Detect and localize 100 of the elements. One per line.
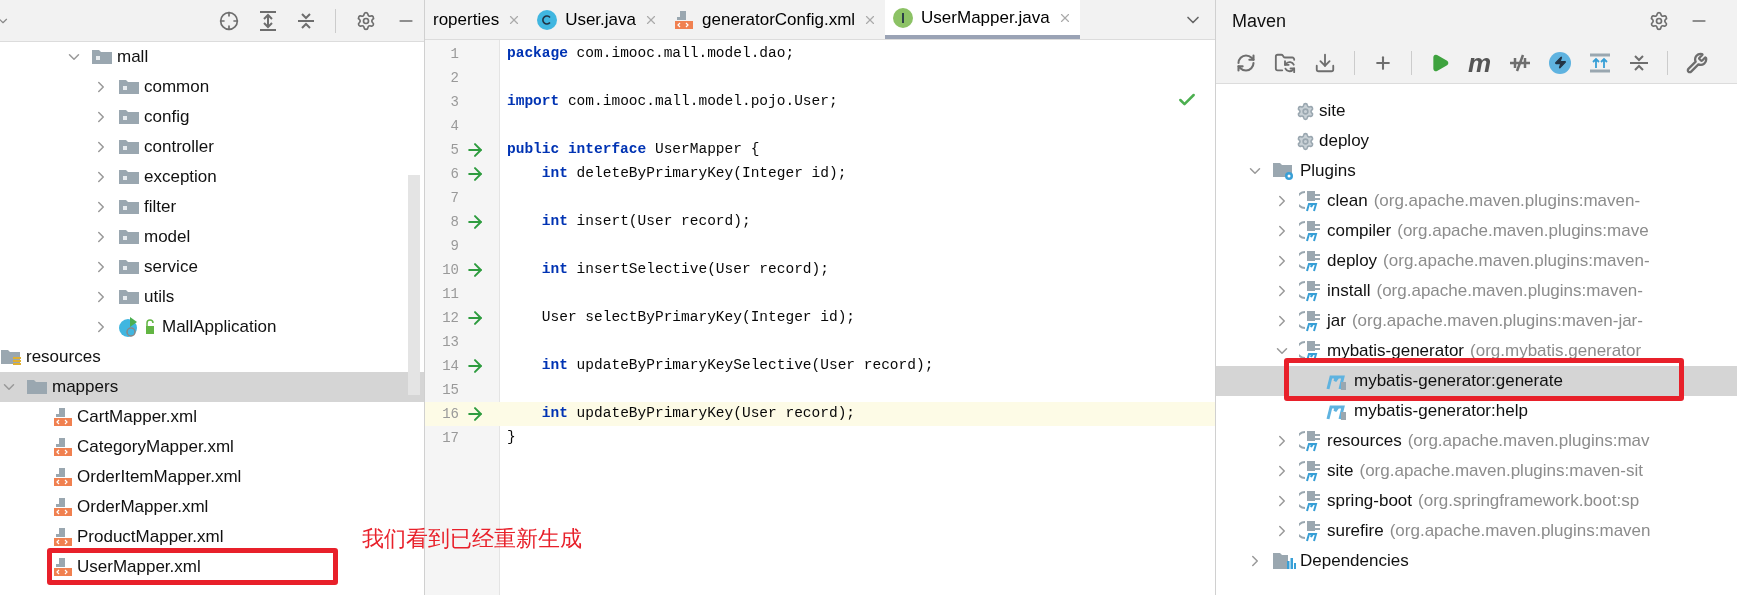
line-number: 1 xyxy=(449,44,459,64)
plugin-coordinates: (org.apache.maven.plugins:maven- xyxy=(1373,190,1641,213)
implementation-arrow-icon[interactable] xyxy=(465,308,485,328)
xml-file-icon xyxy=(53,527,73,547)
line-number: 10 xyxy=(441,260,459,280)
tree-item-label: common xyxy=(144,76,210,99)
tree-item-label: CartMapper.xml xyxy=(77,406,197,429)
folder-icon xyxy=(118,258,140,276)
tree-item-label: CategoryMapper.xml xyxy=(77,436,234,459)
maven-item-label: site xyxy=(1319,100,1346,123)
xml-file-icon xyxy=(674,9,694,30)
line-number: 13 xyxy=(441,332,459,352)
tree-item-label: mall xyxy=(117,46,149,69)
maven-goal-button[interactable]: m xyxy=(1468,49,1492,76)
maven-item-label: mybatis-generator xyxy=(1327,340,1464,363)
editor-tab[interactable]: roperties xyxy=(425,0,530,39)
expand-all-icon[interactable] xyxy=(259,10,277,31)
plugin-coordinates: (org.apache.maven.plugins:maven-jar- xyxy=(1351,310,1643,333)
plugin-icon xyxy=(1299,520,1323,542)
maven-item-label: compiler xyxy=(1327,220,1392,243)
line-number: 15 xyxy=(441,380,459,400)
line-number: 6 xyxy=(449,164,459,184)
collapse-all-icon[interactable] xyxy=(1629,52,1650,73)
plugin-icon xyxy=(1299,460,1323,482)
locate-icon[interactable] xyxy=(219,10,239,31)
wrench-icon[interactable] xyxy=(1686,51,1709,74)
line-number: 11 xyxy=(441,284,459,304)
code-text: int updateByPrimaryKey(User record); xyxy=(540,404,856,424)
dependencies-icon xyxy=(1272,551,1296,571)
folder-sync-icon[interactable] xyxy=(1274,51,1296,74)
line-number: 8 xyxy=(449,212,459,232)
plugin-coordinates: (org.mybatis.generator xyxy=(1470,340,1642,363)
maven-item-label: deploy xyxy=(1319,130,1370,153)
editor-tab[interactable]: generatorConfig.xml xyxy=(666,0,886,39)
plugin-icon xyxy=(1299,490,1323,512)
plugin-icon xyxy=(1299,280,1323,302)
editor-tab[interactable]: UserMapper.java xyxy=(885,0,1080,39)
xml-file-icon xyxy=(53,497,73,517)
run-icon[interactable] xyxy=(1430,52,1450,73)
offline-mode-icon[interactable] xyxy=(1549,51,1572,74)
maven-item-label: Plugins xyxy=(1300,160,1356,183)
plugin-coordinates: (org.apache.maven.plugins:maven xyxy=(1389,520,1651,543)
selected-tree-row[interactable]: mappers xyxy=(0,372,424,402)
line-number: 12 xyxy=(441,308,459,328)
line-number: 7 xyxy=(449,188,459,208)
reload-icon[interactable] xyxy=(1236,52,1256,73)
tree-item-label: resources xyxy=(26,346,101,369)
code-text: int insert(User record); xyxy=(540,212,751,232)
plugin-icon xyxy=(1299,190,1323,212)
plugin-coordinates: (org.apache.maven.plugins:maven- xyxy=(1376,280,1643,303)
implementation-arrow-icon[interactable] xyxy=(465,404,485,424)
folder-icon xyxy=(118,78,140,96)
settings-icon[interactable] xyxy=(356,10,376,31)
skip-tests-icon[interactable] xyxy=(1509,52,1532,73)
plugin-icon xyxy=(1299,220,1323,242)
tree-item-label: model xyxy=(144,226,191,249)
gear-icon xyxy=(1296,101,1315,121)
class-icon xyxy=(537,9,558,30)
tree-item-label: controller xyxy=(144,136,214,159)
editor-tab[interactable]: User.java xyxy=(529,0,666,39)
panel-title: Maven xyxy=(1232,9,1287,33)
line-number: 2 xyxy=(449,68,459,88)
download-icon[interactable] xyxy=(1314,51,1336,74)
tree-item-label: OrderItemMapper.xml xyxy=(77,466,242,489)
code-text: int insertSelective(User record); xyxy=(540,260,829,280)
maven-item-label: clean xyxy=(1327,190,1368,213)
implementation-arrow-icon[interactable] xyxy=(465,356,485,376)
tree-item-label: filter xyxy=(144,196,177,219)
maven-item-label: deploy xyxy=(1327,250,1378,273)
line-number: 4 xyxy=(449,116,459,136)
implementation-arrow-icon[interactable] xyxy=(465,260,485,280)
code-text: int updateByPrimaryKeySelective(User record); xyxy=(540,356,934,376)
maven-item-label: install xyxy=(1327,280,1371,303)
gear-icon xyxy=(1296,131,1315,151)
selected-tree-row[interactable]: mybatis-generator:generate xyxy=(1216,366,1737,396)
tree-item-label: mappers xyxy=(52,376,119,399)
code-text: package com.imooc.mall.model.dao; xyxy=(506,44,795,64)
maven-item-label: resources xyxy=(1327,430,1402,453)
folder-icon xyxy=(26,378,48,396)
interface-icon xyxy=(893,7,914,28)
maven-item-label: surefire xyxy=(1327,520,1384,543)
scrollbar-thumb[interactable] xyxy=(408,175,420,395)
code-text: User selectByPrimaryKey(Integer id); xyxy=(540,308,856,328)
plugins-folder-icon xyxy=(1272,161,1296,181)
line-number: 5 xyxy=(449,140,459,160)
maven-item-label: site xyxy=(1327,460,1354,483)
plugin-icon xyxy=(1299,250,1323,272)
show-dependencies-icon[interactable] xyxy=(1589,52,1612,73)
folder-icon xyxy=(91,48,113,66)
maven-item-label: spring-boot xyxy=(1327,490,1413,513)
plugin-coordinates: (org.apache.maven.plugins:maven- xyxy=(1383,250,1650,273)
settings-icon[interactable] xyxy=(1649,11,1669,31)
collapse-all-icon[interactable] xyxy=(297,10,315,31)
line-number: 9 xyxy=(449,236,459,256)
line-number: 14 xyxy=(441,356,459,376)
folder-icon xyxy=(118,228,140,246)
plugin-coordinates: (org.apache.maven.plugins:mav xyxy=(1407,430,1650,453)
folder-icon xyxy=(118,288,140,306)
plugin-coordinates: (org.springframework.boot:sp xyxy=(1418,490,1640,513)
xml-file-icon xyxy=(53,467,73,487)
